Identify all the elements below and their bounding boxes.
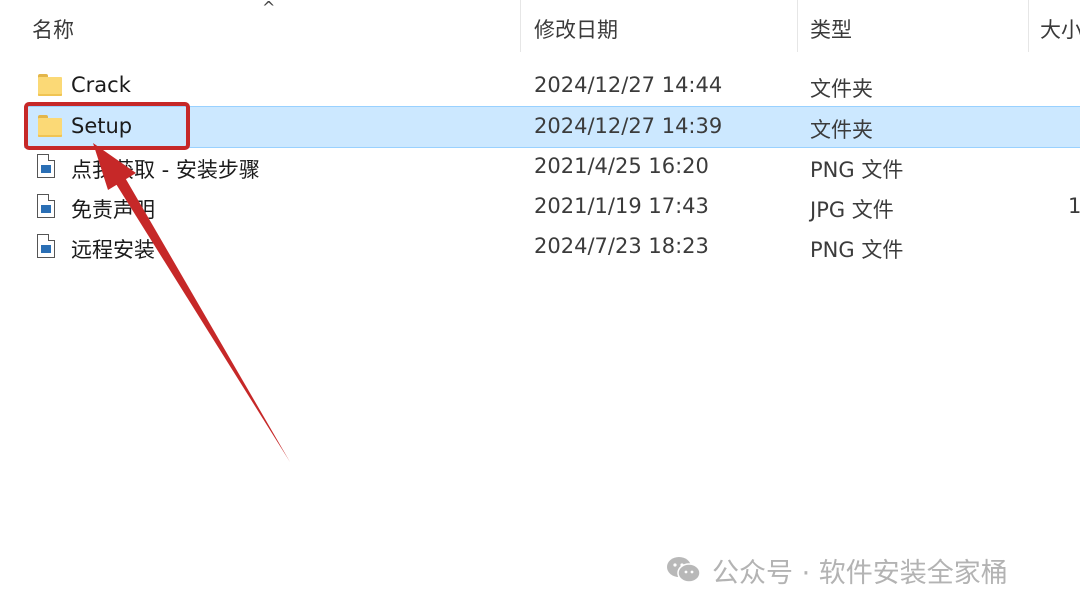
column-header-name[interactable]: 名称 bbox=[32, 14, 74, 44]
file-name: Crack bbox=[71, 73, 131, 97]
file-row-remote-install[interactable]: 远程安装 2024/7/23 18:23 PNG 文件 bbox=[24, 227, 1080, 267]
file-date: 2021/4/25 16:20 bbox=[534, 154, 709, 178]
column-divider[interactable] bbox=[797, 0, 798, 52]
image-file-icon bbox=[37, 234, 55, 258]
file-type: JPG 文件 bbox=[810, 198, 894, 222]
file-date: 2021/1/19 17:43 bbox=[534, 194, 709, 218]
file-row-disclaimer[interactable]: 免责声明 2021/1/19 17:43 JPG 文件 1 bbox=[24, 187, 1080, 227]
column-header-size[interactable]: 大小 bbox=[1040, 14, 1080, 44]
folder-icon bbox=[38, 74, 62, 96]
column-divider[interactable] bbox=[520, 0, 521, 52]
column-divider[interactable] bbox=[1028, 0, 1029, 52]
watermark: 公众号 · 软件安装全家桶 bbox=[666, 552, 1008, 589]
file-row-crack[interactable]: Crack 2024/12/27 14:44 文件夹 bbox=[24, 66, 1080, 106]
watermark-text: 公众号 · 软件安装全家桶 bbox=[712, 557, 1008, 589]
file-type: PNG 文件 bbox=[810, 158, 904, 182]
file-type: 文件夹 bbox=[810, 77, 873, 101]
sort-ascending-icon[interactable]: ^ bbox=[262, 0, 275, 17]
image-file-icon bbox=[37, 194, 55, 218]
image-file-icon bbox=[37, 154, 55, 178]
file-type: 文件夹 bbox=[810, 118, 873, 142]
file-name: 免责声明 bbox=[71, 198, 155, 222]
column-header-bar: ^ 名称 修改日期 类型 大小 bbox=[0, 0, 1080, 58]
file-name: 远程安装 bbox=[71, 238, 155, 262]
column-header-type[interactable]: 类型 bbox=[810, 14, 852, 44]
column-header-date[interactable]: 修改日期 bbox=[534, 14, 618, 44]
file-date: 2024/7/23 18:23 bbox=[534, 234, 709, 258]
file-date: 2024/12/27 14:44 bbox=[534, 73, 723, 97]
file-row-install-steps[interactable]: 点我获取 - 安装步骤 2021/4/25 16:20 PNG 文件 bbox=[24, 147, 1080, 187]
file-name: 点我获取 - 安装步骤 bbox=[71, 158, 260, 182]
annotation-highlight-box bbox=[24, 102, 190, 150]
file-date: 2024/12/27 14:39 bbox=[534, 114, 723, 138]
file-type: PNG 文件 bbox=[810, 238, 904, 262]
file-size: 1 bbox=[1068, 194, 1080, 218]
wechat-icon bbox=[667, 557, 701, 583]
